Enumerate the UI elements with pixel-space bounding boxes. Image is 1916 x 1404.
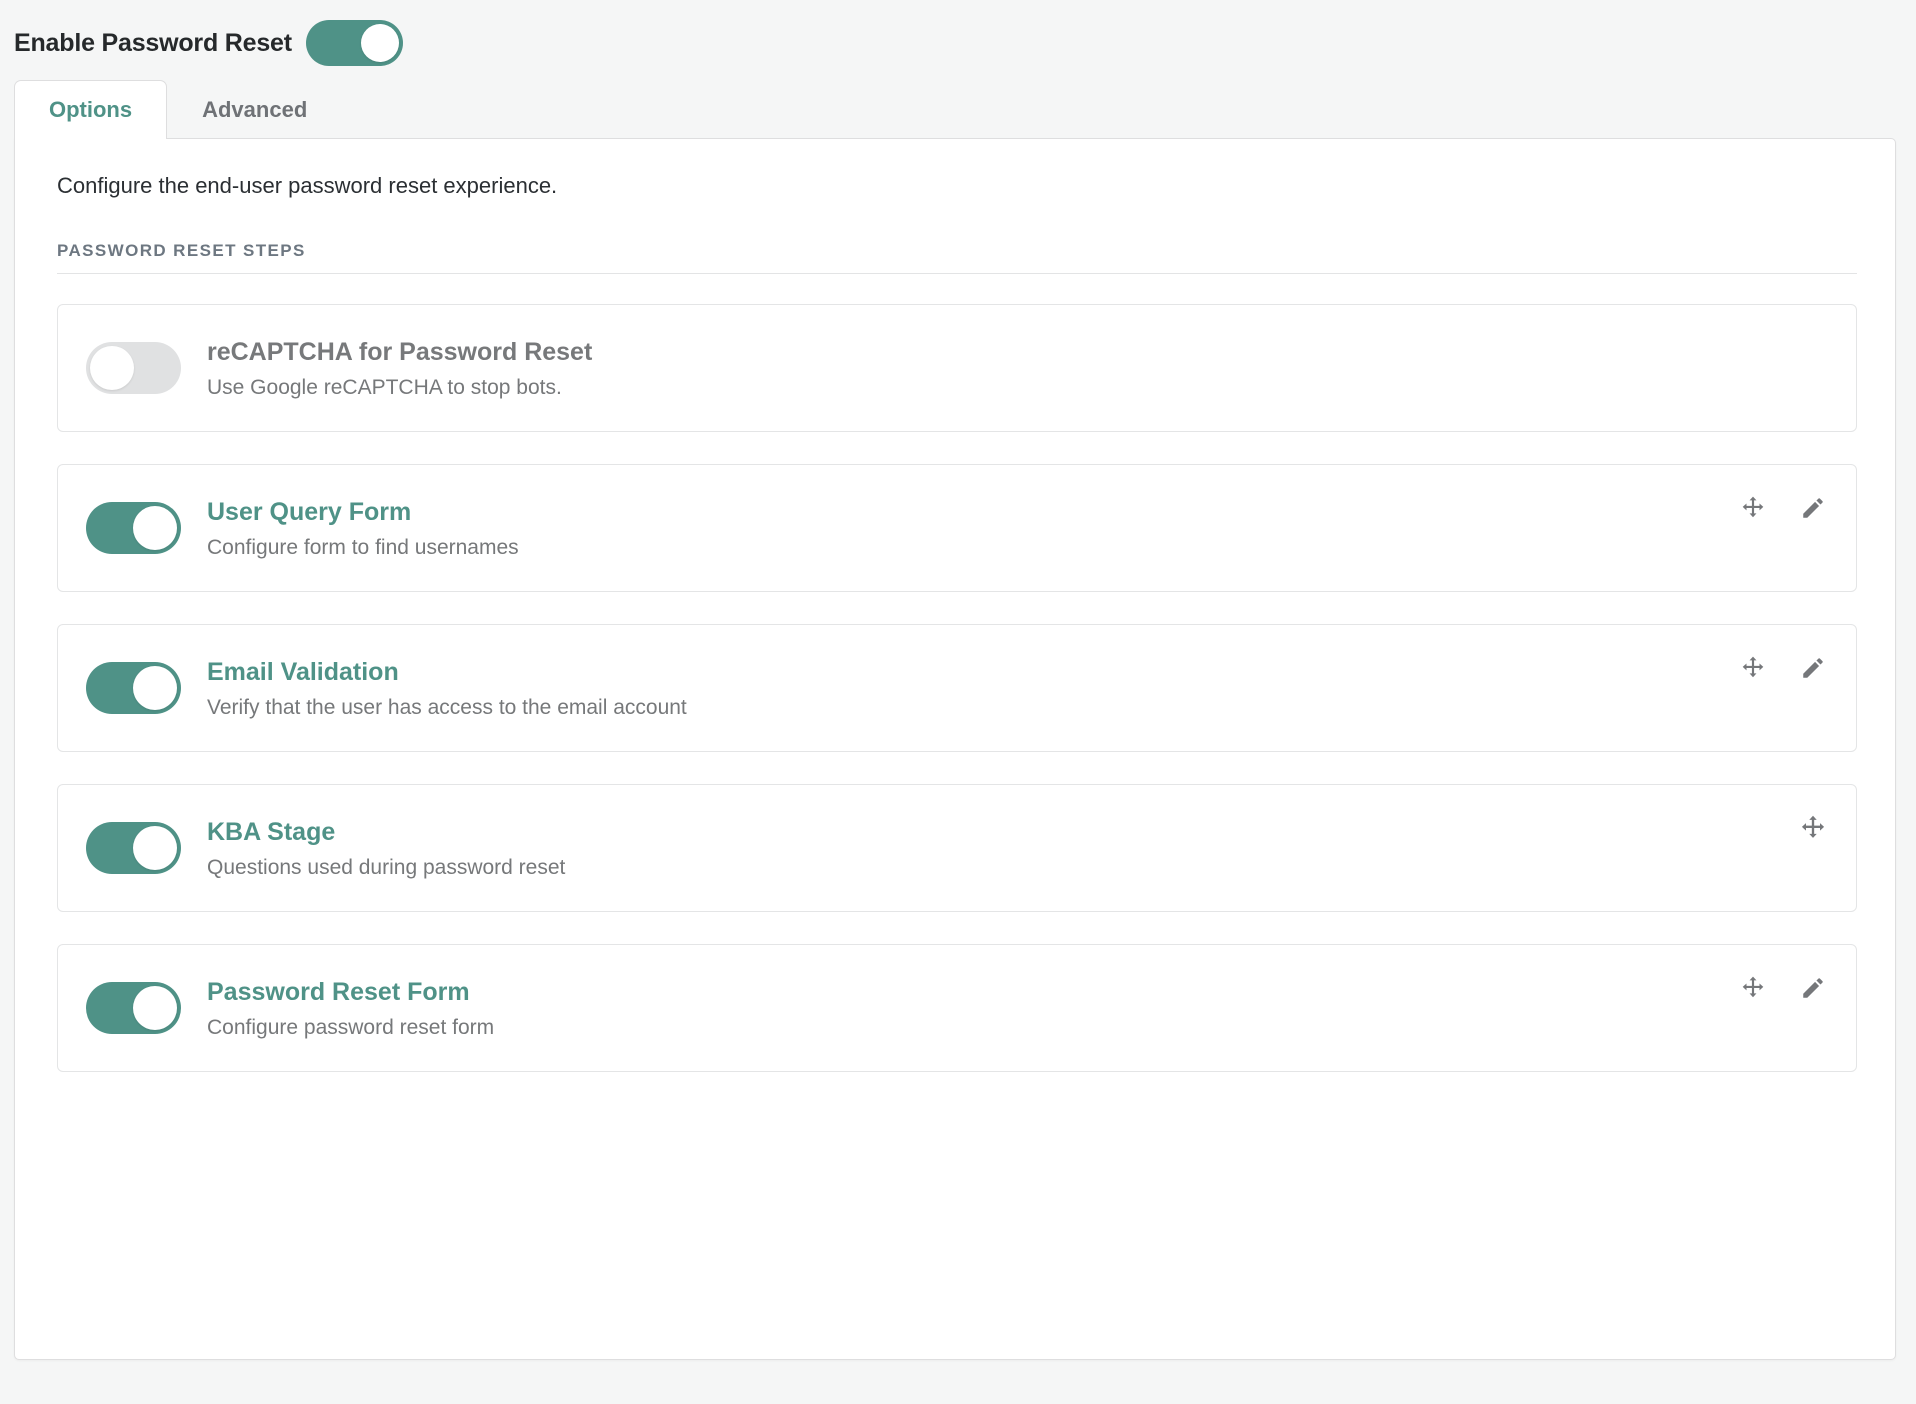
step-card-email-validation[interactable]: Email Validation Verify that the user ha… [57, 624, 1857, 753]
step-description: Configure password reset form [207, 1015, 495, 1039]
move-icon[interactable] [1738, 653, 1768, 683]
section-divider [57, 273, 1857, 275]
step-title: reCAPTCHA for Password Reset [207, 337, 593, 366]
move-icon[interactable] [1798, 813, 1828, 843]
step-card-recaptcha-for-password-reset[interactable]: reCAPTCHA for Password Reset Use Google … [57, 304, 1857, 433]
move-icon[interactable] [1738, 973, 1768, 1003]
toggle-knob [133, 506, 177, 551]
step-card-actions [1738, 653, 1828, 683]
password-reset-steps-list: reCAPTCHA for Password Reset Use Google … [57, 304, 1857, 1073]
options-panel: Configure the end-user password reset ex… [14, 138, 1896, 1360]
step-card-body: Email Validation Verify that the user ha… [207, 658, 687, 719]
step-card-actions [1738, 973, 1828, 1003]
step-description: Use Google reCAPTCHA to stop bots. [207, 375, 562, 399]
move-icon[interactable] [1738, 493, 1768, 523]
step-card-actions [1798, 813, 1828, 843]
step-card-body: KBA Stage Questions used during password… [207, 818, 565, 879]
toggle-knob [133, 986, 177, 1031]
tab-bar: Options Advanced [0, 72, 1916, 139]
step-toggle-kba-stage[interactable] [86, 822, 181, 875]
edit-icon[interactable] [1798, 973, 1828, 1003]
toggle-knob [133, 826, 177, 871]
step-title: User Query Form [207, 497, 412, 526]
toggle-knob [90, 346, 134, 391]
password-reset-steps-heading: PASSWORD RESET STEPS [57, 241, 306, 261]
enable-password-reset-toggle[interactable] [305, 20, 403, 66]
tab-options[interactable]: Options [14, 80, 168, 139]
step-toggle-recaptcha-for-password-reset[interactable] [86, 342, 181, 395]
step-description: Verify that the user has access to the e… [207, 695, 687, 719]
step-card-body: reCAPTCHA for Password Reset Use Google … [207, 338, 592, 399]
step-title: KBA Stage [207, 817, 336, 846]
edit-icon[interactable] [1798, 653, 1828, 683]
step-card-user-query-form[interactable]: User Query Form Configure form to find u… [57, 464, 1857, 593]
step-title: Password Reset Form [207, 977, 470, 1006]
step-toggle-user-query-form[interactable] [86, 502, 181, 555]
step-card-password-reset-form[interactable]: Password Reset Form Configure password r… [57, 944, 1857, 1073]
tab-advanced[interactable]: Advanced [167, 80, 342, 138]
toggle-knob [133, 666, 177, 711]
enable-password-reset-row: Enable Password Reset [0, 0, 1916, 72]
enable-password-reset-label: Enable Password Reset [14, 28, 292, 57]
panel-description: Configure the end-user password reset ex… [57, 173, 558, 198]
step-toggle-password-reset-form[interactable] [86, 982, 181, 1035]
toggle-knob [360, 24, 399, 62]
step-title: Email Validation [207, 657, 399, 686]
step-toggle-email-validation[interactable] [86, 662, 181, 715]
step-description: Questions used during password reset [207, 855, 566, 879]
step-card-body: Password Reset Form Configure password r… [207, 978, 494, 1039]
edit-icon[interactable] [1798, 493, 1828, 523]
step-description: Configure form to find usernames [207, 535, 519, 559]
step-card-body: User Query Form Configure form to find u… [207, 498, 519, 559]
step-card-kba-stage[interactable]: KBA Stage Questions used during password… [57, 784, 1857, 913]
step-card-actions [1738, 493, 1828, 523]
